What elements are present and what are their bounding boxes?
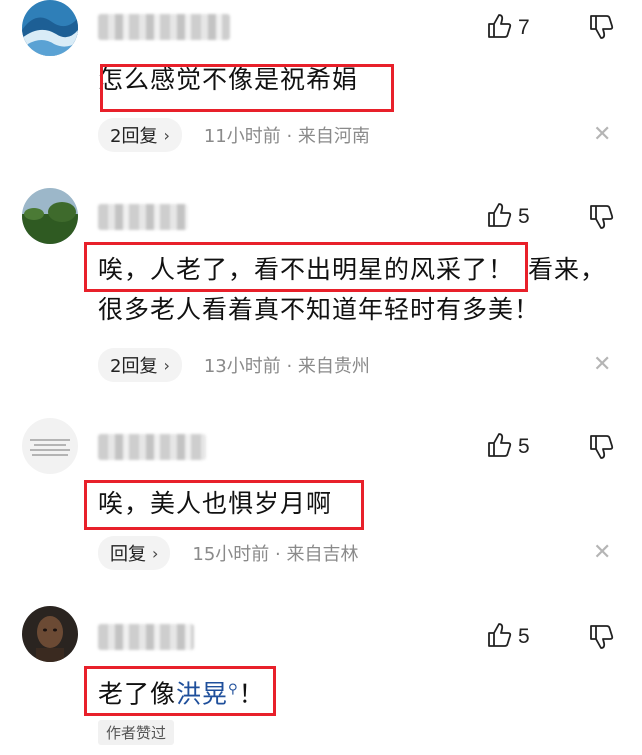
reply-label: 2回复 bbox=[110, 356, 158, 377]
like-count: 5 bbox=[518, 205, 530, 228]
like-button[interactable]: 5 bbox=[486, 432, 530, 462]
close-icon[interactable]: ✕ bbox=[593, 352, 611, 377]
thumb-down-icon bbox=[588, 625, 614, 654]
avatar[interactable] bbox=[22, 418, 78, 474]
thumb-down-icon bbox=[588, 435, 614, 464]
comment-text-rest: 看来， bbox=[528, 255, 607, 284]
reply-button[interactable]: 回复 › bbox=[98, 536, 171, 570]
reply-label: 2回复 bbox=[110, 126, 158, 147]
comment-2: 5 唉，人老了，看不出明星的风采了！ 看来， 很多老人看着真不知道年轻时有多美！ … bbox=[0, 188, 642, 398]
comment-1: 7 怎么感觉不像是祝希娟 2回复 › 11小时前 · 来自河南 ✕ bbox=[0, 0, 642, 170]
close-icon[interactable]: ✕ bbox=[593, 122, 611, 147]
like-count: 7 bbox=[518, 16, 530, 39]
comment-3: 5 唉，美人也惧岁月啊 回复 › 15小时前 · 来自吉林 ✕ bbox=[0, 418, 642, 588]
wave-avatar-image bbox=[22, 0, 78, 56]
comment-text-before: 老了像 bbox=[98, 679, 177, 709]
dislike-button[interactable] bbox=[588, 14, 614, 44]
reply-button[interactable]: 2回复 › bbox=[98, 348, 182, 382]
comment-footer: 回复 › 15小时前 · 来自吉林 bbox=[98, 536, 358, 570]
thumb-up-icon bbox=[486, 13, 512, 43]
like-button[interactable]: 5 bbox=[486, 622, 530, 652]
thumb-up-icon bbox=[486, 622, 512, 652]
avatar[interactable] bbox=[22, 188, 78, 244]
timestamp-location: 11小时前 · 来自河南 bbox=[203, 126, 370, 147]
username-blurred[interactable] bbox=[98, 434, 206, 460]
chevron-right-icon: › bbox=[152, 543, 159, 563]
comment-footer: 2回复 › 13小时前 · 来自贵州 bbox=[98, 348, 370, 382]
username-blurred[interactable] bbox=[98, 624, 194, 650]
thumb-down-icon bbox=[588, 205, 614, 234]
username-blurred[interactable] bbox=[98, 204, 188, 230]
reply-button[interactable]: 2回复 › bbox=[98, 118, 182, 152]
comment-text: 唉，美人也惧岁月啊 bbox=[98, 484, 620, 524]
dislike-button[interactable] bbox=[588, 204, 614, 234]
comment-text-after: ！ bbox=[238, 679, 265, 709]
dislike-button[interactable] bbox=[588, 434, 614, 464]
comment-text: 怎么感觉不像是祝希娟 bbox=[98, 60, 620, 100]
avatar[interactable] bbox=[22, 606, 78, 662]
chevron-right-icon: › bbox=[163, 125, 170, 145]
text-avatar-image bbox=[22, 418, 78, 474]
like-button[interactable]: 7 bbox=[486, 13, 530, 43]
portrait-avatar-image bbox=[22, 606, 78, 662]
thumb-up-icon bbox=[486, 432, 512, 462]
comment-text-content: 唉，美人也惧岁月啊 bbox=[98, 489, 333, 518]
reply-label: 回复 bbox=[110, 544, 146, 565]
search-icon[interactable]: ⚲ bbox=[228, 682, 239, 697]
comment-line-2: 很多老人看着真不知道年轻时有多美！ bbox=[98, 295, 541, 324]
timestamp-location: 15小时前 · 来自吉林 bbox=[192, 544, 359, 565]
like-button[interactable]: 5 bbox=[486, 202, 530, 232]
chevron-right-icon: › bbox=[163, 355, 170, 375]
avatar[interactable] bbox=[22, 0, 78, 56]
thumb-down-icon bbox=[588, 15, 614, 44]
comment-line-1: 唉，人老了，看不出明星的风采了！ 看来， bbox=[98, 250, 620, 290]
comment-text-content: 怎么感觉不像是祝希娟 bbox=[98, 65, 359, 94]
comment-footer: 2回复 › 11小时前 · 来自河南 bbox=[98, 118, 370, 152]
thumb-up-icon bbox=[486, 202, 512, 232]
username-blurred[interactable] bbox=[98, 14, 230, 40]
close-icon[interactable]: ✕ bbox=[593, 540, 611, 565]
comment-text: 老了像洪晃⚲！ bbox=[98, 670, 620, 714]
like-count: 5 bbox=[518, 435, 530, 458]
comment-text-highlighted: 唉，人老了，看不出明星的风采了！ bbox=[98, 255, 515, 284]
like-count: 5 bbox=[518, 625, 530, 648]
landscape-avatar-image bbox=[22, 188, 78, 244]
comment-4: 5 老了像洪晃⚲！ 作者赞过 bbox=[0, 606, 642, 755]
timestamp-location: 13小时前 · 来自贵州 bbox=[203, 356, 370, 377]
author-liked-badge: 作者赞过 bbox=[98, 720, 175, 745]
comment-text: 唉，人老了，看不出明星的风采了！ 看来， 很多老人看着真不知道年轻时有多美！ bbox=[98, 250, 620, 330]
dislike-button[interactable] bbox=[588, 624, 614, 654]
person-link[interactable]: 洪晃 bbox=[176, 679, 228, 708]
